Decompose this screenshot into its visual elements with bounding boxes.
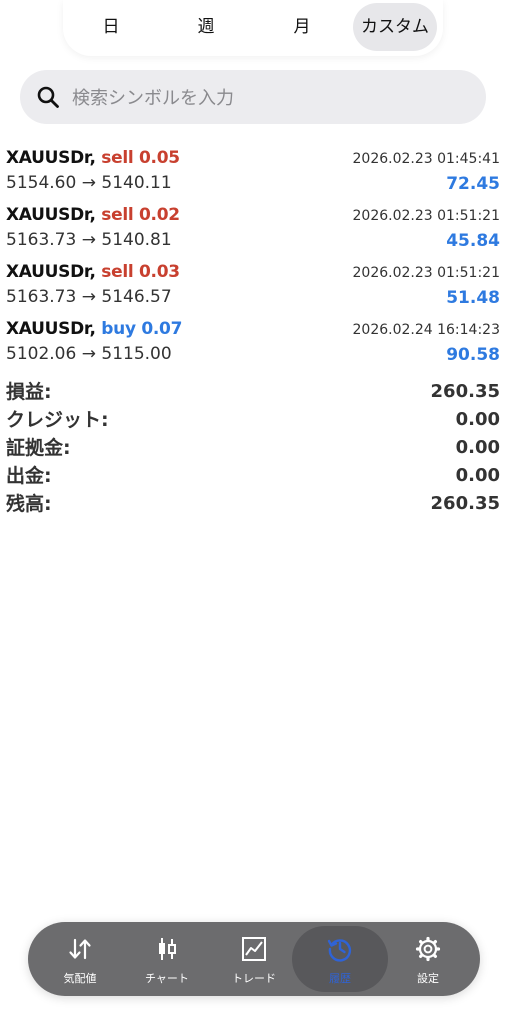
trade-side: sell [101,262,134,282]
summary-withdrawal-row: 出金: 0.00 [0,463,507,491]
trade-row[interactable]: XAUUSDr, sell 0.03 2026.02.23 01:51:21 5… [0,261,507,317]
summary-balance-row: 残高: 260.35 [0,491,507,519]
summary-value: 260.35 [430,381,500,402]
tab-label: 気配値 [63,972,97,985]
trade-open-price: 5154.60 [6,173,77,193]
trade-open-price: 5163.73 [6,230,77,250]
summary-value: 0.00 [455,409,500,430]
period-week-tab[interactable]: 週 [163,3,249,51]
tab-label: 設定 [417,972,439,985]
tab-history[interactable]: 履歴 [292,926,388,992]
summary-value: 0.00 [455,437,500,458]
trade-profit: 51.48 [446,288,500,308]
tab-quotes[interactable]: 気配値 [36,926,124,992]
tab-label: 履歴 [329,972,351,985]
symbol-search-bar[interactable] [20,70,486,126]
trade-time: 2026.02.23 01:45:41 [352,151,501,167]
trade-volume: 0.07 [141,319,183,339]
history-clock-icon [327,939,352,962]
summary-label: 残高: [6,493,52,515]
trade-profit: 45.84 [446,231,500,251]
search-icon [37,86,59,108]
trade-close-price: 5115.00 [101,344,172,364]
trade-row[interactable]: XAUUSDr, sell 0.02 2026.02.23 01:51:21 5… [0,204,507,260]
period-day-tab[interactable]: 日 [71,3,151,51]
trade-side: buy [101,319,136,339]
summary-label: クレジット: [6,409,109,431]
trade-volume: 0.02 [139,205,180,225]
trade-time: 2026.02.23 01:51:21 [352,208,501,224]
trade-close-price: 5140.11 [101,173,172,193]
trade-profit: 90.58 [446,345,500,365]
trade-symbol: XAUUSDr, [6,205,96,225]
period-month-tab[interactable]: 月 [259,3,345,51]
summary-margin-row: 証拠金: 0.00 [0,435,507,463]
summary-label: 損益: [6,381,52,403]
trade-symbol: XAUUSDr, [6,262,96,282]
trade-time: 2026.02.24 16:14:23 [352,322,501,338]
tab-label: トレード [232,972,276,985]
price-arrow: → [81,344,96,364]
summary-credit-row: クレジット: 0.00 [0,407,507,435]
summary-label: 証拠金: [6,437,71,459]
search-input[interactable] [70,70,474,126]
tab-label: チャート [145,972,189,985]
period-custom-tab[interactable]: カスタム [353,3,437,51]
trade-symbol: XAUUSDr, [6,148,96,168]
summary-label: 出金: [6,465,52,487]
period-segmented-control: 日 週 月 カスタム [63,0,443,56]
gear-icon [415,936,441,962]
quotes-arrows-icon [69,938,91,960]
trade-close-price: 5140.81 [101,230,172,250]
price-arrow: → [81,230,96,250]
trade-volume: 0.03 [139,262,180,282]
price-arrow: → [81,287,96,307]
trade-side: sell [101,148,134,168]
summary-value: 260.35 [430,493,500,514]
trade-open-price: 5163.73 [6,287,77,307]
tab-trade[interactable]: トレード [210,926,298,992]
trade-symbol: XAUUSDr, [6,319,96,339]
trade-profit: 72.45 [446,174,500,194]
tab-chart[interactable]: チャート [123,926,211,992]
trade-time: 2026.02.23 01:51:21 [352,265,501,281]
summary-profit-row: 損益: 260.35 [0,379,507,407]
summary-value: 0.00 [455,465,500,486]
trade-open-price: 5102.06 [6,344,77,364]
trade-volume: 0.05 [139,148,180,168]
tab-settings[interactable]: 設定 [384,926,472,992]
price-arrow: → [81,173,96,193]
bottom-tab-bar: 気配値 チャート トレード 履歴 設定 [28,922,480,996]
candlestick-icon [159,938,176,960]
trade-chart-icon [242,937,266,961]
trade-row[interactable]: XAUUSDr, buy 0.07 2026.02.24 16:14:23 51… [0,318,507,374]
trade-side: sell [101,205,134,225]
trade-close-price: 5146.57 [101,287,172,307]
trade-row[interactable]: XAUUSDr, sell 0.05 2026.02.23 01:45:41 5… [0,147,507,203]
